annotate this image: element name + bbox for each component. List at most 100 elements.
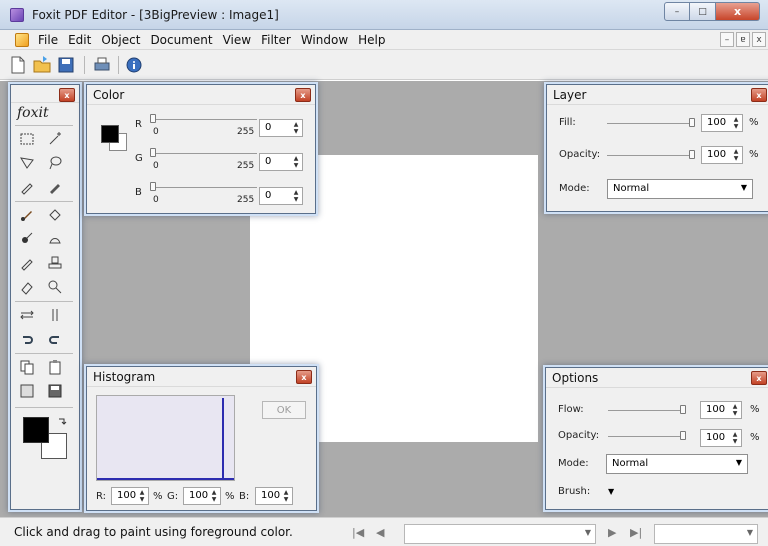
foreground-color-swatch[interactable] [23,417,49,443]
b-min-label: 0 [153,195,159,205]
document-menu-icon[interactable] [15,33,29,47]
layer-opacity-label: Opacity: [559,149,601,160]
previous-page-icon[interactable]: ◀ [376,526,390,540]
histogram-panel-title: Histogram [93,370,156,384]
undo-icon[interactable] [19,331,35,347]
eraser-icon[interactable] [19,279,35,295]
color-pick-icon[interactable] [47,179,63,195]
flow-label: Flow: [558,404,584,415]
histogram-panel-close-icon[interactable]: x [296,370,312,384]
hist-b-value-input[interactable]: 100 ▲ ▼ [255,487,293,505]
g-max-label: 255 [237,161,255,171]
g-value-input[interactable]: 0 ▲ ▼ [259,153,303,171]
app-icon [10,8,24,22]
magic-wand-icon[interactable] [47,131,63,147]
menu-window[interactable]: Window [301,33,348,47]
histogram-ok-button[interactable]: OK [262,401,306,419]
g-slider-thumb[interactable] [150,148,156,157]
fill-value-input[interactable]: 100 ▲ ▼ [701,114,743,132]
redo-icon[interactable] [47,331,63,347]
menu-filter[interactable]: Filter [261,33,291,47]
swap-colors-icon[interactable] [57,417,67,427]
flip-vertical-icon[interactable] [47,307,63,323]
b-value-input[interactable]: 0 ▲ ▼ [259,187,303,205]
menu-view[interactable]: View [223,33,251,47]
eyedropper-icon[interactable] [19,179,35,195]
smudge-icon[interactable] [47,231,63,247]
window-title: Foxit PDF Editor - [3BigPreview : Image1… [32,8,279,22]
stamp-icon[interactable] [47,255,63,271]
r-slider-thumb[interactable] [150,114,156,123]
paste-icon[interactable] [47,359,63,375]
minimize-button[interactable]: – [664,2,690,21]
hist-r-value-input[interactable]: 100 ▲ ▼ [111,487,149,505]
b-slider-thumb[interactable] [150,182,156,191]
brush-icon[interactable] [19,207,35,223]
g-min-label: 0 [153,161,159,171]
status-bar: Click and drag to paint using foreground… [0,517,768,546]
color-panel-title: Color [93,88,125,102]
foreground-swatch[interactable] [101,125,119,143]
options-opacity-label: Opacity: [558,430,600,441]
b-max-label: 255 [237,195,255,205]
layer-opacity-slider-thumb[interactable] [689,150,695,159]
histogram-graph [96,395,235,481]
import-icon[interactable] [19,383,35,399]
next-page-icon[interactable]: ▶ [608,526,622,540]
save-disk-icon[interactable] [56,55,76,75]
menu-help[interactable]: Help [358,33,385,47]
flow-slider-thumb[interactable] [680,405,686,414]
layer-mode-select[interactable]: Normal ▼ [607,179,753,199]
fill-slider-thumb[interactable] [689,118,695,127]
page-combo[interactable]: ▼ [404,524,596,544]
menu-object[interactable]: Object [101,33,140,47]
zoom-combo[interactable]: ▼ [654,524,758,544]
blur-icon[interactable] [19,231,35,247]
print-icon[interactable] [92,55,112,75]
layer-panel-close-icon[interactable]: x [751,88,767,102]
menu-bar: File Edit Object Document View Filter Wi… [0,30,768,50]
window-controls: – □ x [664,2,760,21]
rectangle-select-icon[interactable] [19,131,35,147]
lasso-icon[interactable] [19,155,35,171]
toolbox-panel: x foxit [10,84,80,510]
save-icon[interactable] [47,383,63,399]
pencil-icon[interactable] [19,255,35,271]
toolbar [0,50,768,80]
options-panel-close-icon[interactable]: x [751,371,767,385]
open-folder-icon[interactable] [32,55,52,75]
close-button[interactable]: x [716,2,760,21]
new-document-icon[interactable] [8,55,28,75]
flip-horizontal-icon[interactable] [19,307,35,323]
options-opacity-value-input[interactable]: 100 ▲ ▼ [700,429,742,447]
toolbox-close-icon[interactable]: x [59,88,75,102]
hist-g-value-input[interactable]: 100 ▲ ▼ [183,487,221,505]
mdi-restore-button[interactable]: ɐ [736,32,750,47]
color-panel-close-icon[interactable]: x [295,88,311,102]
mdi-close-button[interactable]: x [752,32,766,47]
info-icon[interactable] [124,55,144,75]
polygon-lasso-icon[interactable] [47,155,63,171]
hist-r-label: R: [96,491,107,502]
layer-opacity-unit-label: % [749,149,759,160]
layer-panel: Layer x Fill: 100 ▲ ▼ % Opacity: 100 ▲ ▼ % M… [546,84,768,212]
zoom-icon[interactable] [47,279,63,295]
last-page-icon[interactable]: ▶| [630,526,644,540]
options-opacity-unit-label: % [750,432,760,443]
menu-edit[interactable]: Edit [68,33,91,47]
first-page-icon[interactable]: |◀ [352,526,366,540]
r-value-input[interactable]: 0 ▲ ▼ [259,119,303,137]
menu-file[interactable]: File [38,33,58,47]
layer-opacity-value-input[interactable]: 100 ▲ ▼ [701,146,743,164]
brush-dropdown-icon[interactable]: ▼ [608,487,614,496]
options-opacity-slider-thumb[interactable] [680,431,686,440]
options-mode-select[interactable]: Normal ▼ [606,454,748,474]
copy-icon[interactable] [19,359,35,375]
histogram-panel: Histogram x OK R: 100 ▲ ▼ % G: 100 ▲ ▼ % B: … [86,366,317,511]
menu-document[interactable]: Document [150,33,212,47]
mdi-minimize-button[interactable]: – [720,32,734,47]
hist-b-label: B: [239,491,250,502]
paint-bucket-icon[interactable] [47,207,63,223]
maximize-button[interactable]: □ [690,2,716,21]
flow-value-input[interactable]: 100 ▲ ▼ [700,401,742,419]
